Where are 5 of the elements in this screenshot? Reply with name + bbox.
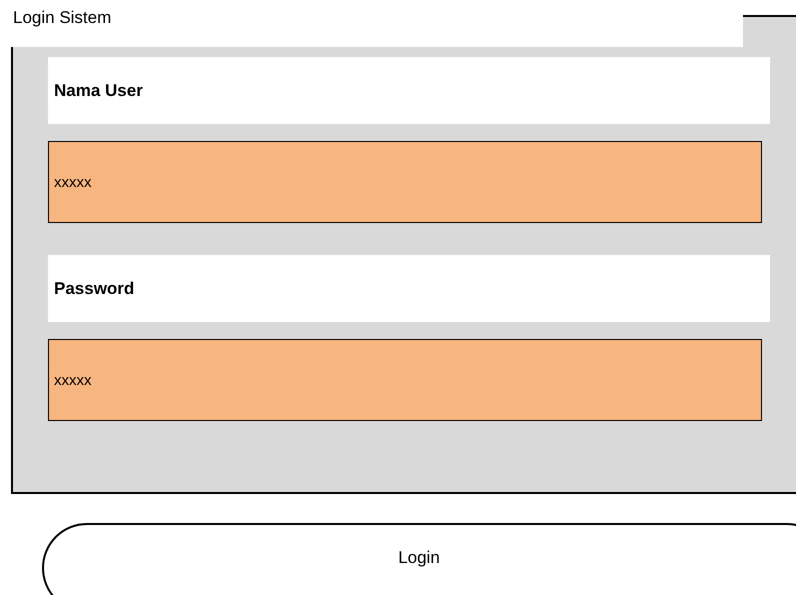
- login-button[interactable]: Login: [42, 523, 796, 595]
- field-label: Password: [48, 255, 770, 322]
- input-field[interactable]: xxxxx: [48, 141, 762, 223]
- input-field[interactable]: xxxxx: [48, 339, 762, 421]
- field-label: Nama User: [48, 57, 770, 124]
